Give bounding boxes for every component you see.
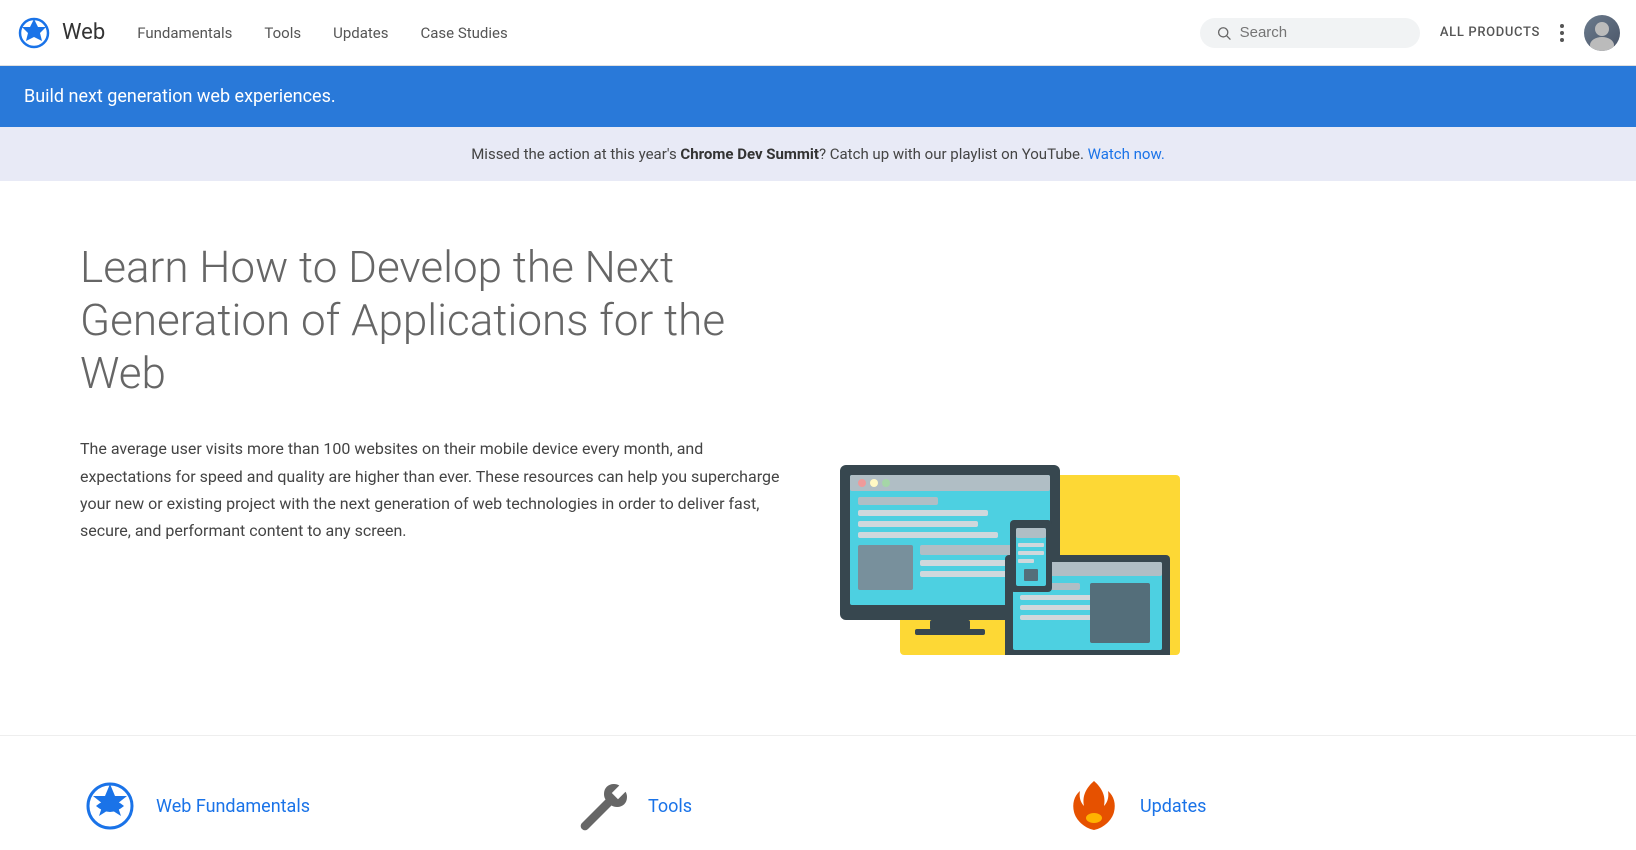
logo-text: Web <box>62 20 105 45</box>
logo[interactable]: Web <box>16 15 105 51</box>
dot <box>1560 38 1564 42</box>
logo-icon <box>16 15 52 51</box>
watch-now-link[interactable]: Watch now. <box>1088 145 1165 163</box>
tools-label: Tools <box>648 796 692 817</box>
announcement-prefix: Missed the action at this year's <box>471 145 680 163</box>
updates-label: Updates <box>1140 796 1206 817</box>
category-item-fundamentals[interactable]: Web Fundamentals <box>80 776 572 836</box>
category-item-updates[interactable]: Updates <box>1064 776 1556 836</box>
hero-image <box>820 435 1180 655</box>
announcement-bold: Chrome Dev Summit <box>680 145 819 163</box>
dot <box>1560 31 1564 35</box>
more-options-button[interactable] <box>1556 20 1568 46</box>
hero-illustration-svg <box>820 435 1180 655</box>
hero-banner-text: Build next generation web experiences. <box>24 86 336 107</box>
nav-links: Fundamentals Tools Updates Case Studies <box>137 20 1200 46</box>
hero-heading: Learn How to Develop the Next Generation… <box>80 241 800 399</box>
hero-body-section: The average user visits more than 100 we… <box>80 435 1320 655</box>
dot <box>1560 24 1564 28</box>
nav-link-updates[interactable]: Updates <box>333 20 388 46</box>
announcement-bar: Missed the action at this year's Chrome … <box>0 127 1636 181</box>
main-content: Learn How to Develop the Next Generation… <box>0 181 1400 695</box>
avatar-image <box>1584 15 1620 51</box>
avatar[interactable] <box>1584 15 1620 51</box>
nav-link-fundamentals[interactable]: Fundamentals <box>137 20 232 46</box>
nav-link-tools[interactable]: Tools <box>264 20 301 46</box>
web-fundamentals-label: Web Fundamentals <box>156 796 310 817</box>
nav-link-case-studies[interactable]: Case Studies <box>420 20 507 46</box>
updates-icon <box>1064 776 1124 836</box>
main-nav: Web Fundamentals Tools Updates Case Stud… <box>0 0 1636 66</box>
search-input[interactable] <box>1240 24 1404 41</box>
web-fundamentals-icon <box>80 776 140 836</box>
hero-body-text: The average user visits more than 100 we… <box>80 435 780 544</box>
announcement-middle: ? Catch up with our playlist on YouTube. <box>819 145 1088 163</box>
tools-icon <box>572 776 632 836</box>
avatar-svg <box>1584 15 1620 51</box>
category-section: Web Fundamentals Tools Updates <box>0 735 1636 836</box>
search-icon <box>1216 24 1232 42</box>
search-bar[interactable] <box>1200 18 1420 48</box>
hero-banner: Build next generation web experiences. <box>0 66 1636 127</box>
category-item-tools[interactable]: Tools <box>572 776 1064 836</box>
all-products-button[interactable]: ALL PRODUCTS <box>1440 25 1540 40</box>
nav-right: ALL PRODUCTS <box>1440 15 1620 51</box>
